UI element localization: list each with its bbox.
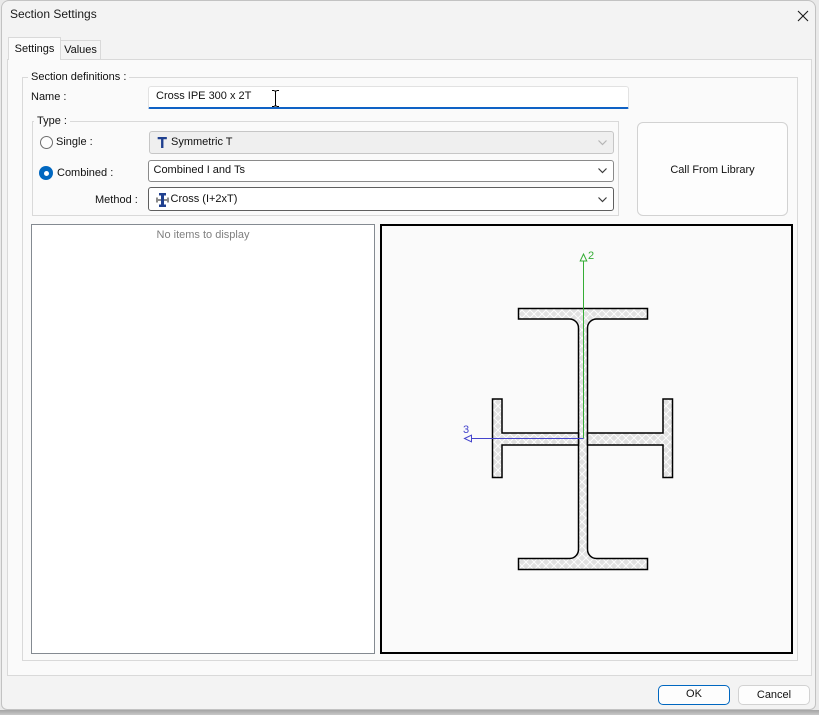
svg-text:3: 3 xyxy=(463,424,469,436)
svg-text:2: 2 xyxy=(588,250,594,262)
